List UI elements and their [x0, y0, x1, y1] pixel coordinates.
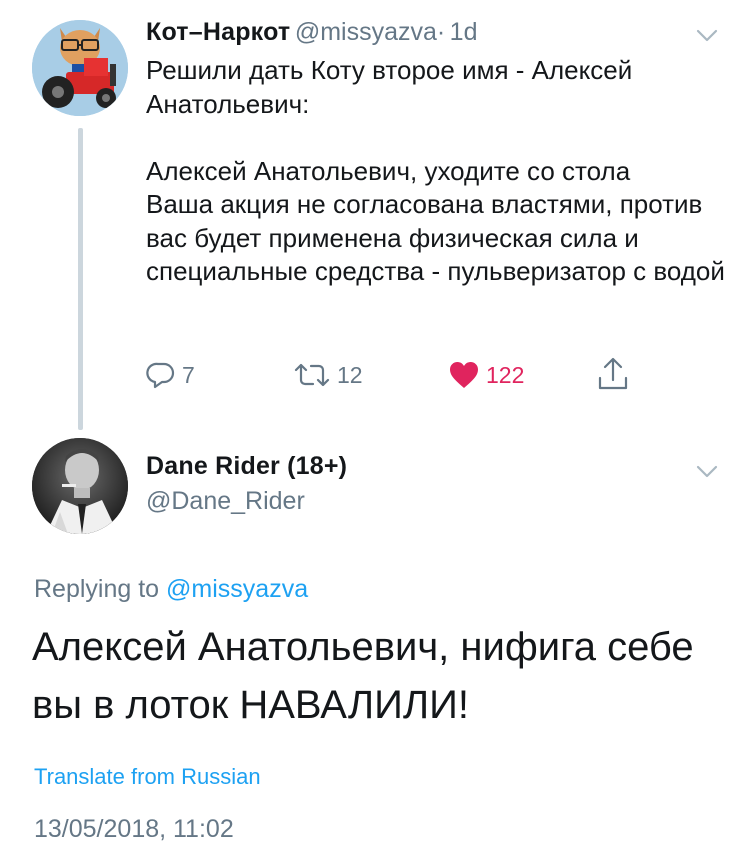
like-count: 122 — [486, 361, 525, 388]
reply-icon — [146, 362, 175, 389]
chevron-down-icon[interactable] — [694, 458, 720, 484]
retweet-count: 12 — [337, 361, 363, 388]
retweet-button[interactable]: 12 — [293, 360, 363, 390]
retweet-icon — [294, 363, 330, 387]
tweet2-handle[interactable]: @Dane_Rider — [146, 487, 305, 516]
tweet2-text: Алексей Анатольевич, нифига себе вы в ло… — [32, 625, 694, 727]
tweet1-text: Решили дать Коту второе имя - Алексей Ан… — [146, 55, 725, 286]
tweet1-header: Кот–Наркот @missyazva· 1d — [146, 18, 477, 47]
chevron-down-icon[interactable] — [694, 22, 720, 48]
replying-to: Replying to @missyazva — [34, 575, 308, 604]
thread-line — [78, 128, 83, 430]
replying-to-handle-link[interactable]: @missyazva — [166, 575, 308, 603]
tweet1-author-name[interactable]: Кот–Наркот — [146, 18, 290, 46]
tractor-avatar-icon[interactable] — [32, 20, 128, 116]
tweet1-handle[interactable]: @missyazva — [295, 18, 437, 46]
tweet2-author-name[interactable]: Dane Rider (18+) — [146, 452, 347, 481]
reply-count: 7 — [182, 361, 195, 388]
replying-to-label: Replying to — [34, 575, 160, 603]
reply-button[interactable]: 7 — [146, 360, 195, 390]
tweet1-separator: · — [436, 18, 446, 46]
translate-link[interactable]: Translate from Russian — [34, 764, 261, 790]
smoking-man-avatar-icon[interactable] — [32, 438, 128, 534]
tweet1-time[interactable]: 1d — [450, 18, 478, 46]
like-button[interactable]: 122 — [448, 360, 524, 390]
heart-icon — [450, 362, 478, 388]
share-icon — [598, 357, 628, 390]
share-button[interactable] — [596, 356, 636, 392]
tweet2-timestamp: 13/05/2018, 11:02 — [34, 815, 234, 843]
